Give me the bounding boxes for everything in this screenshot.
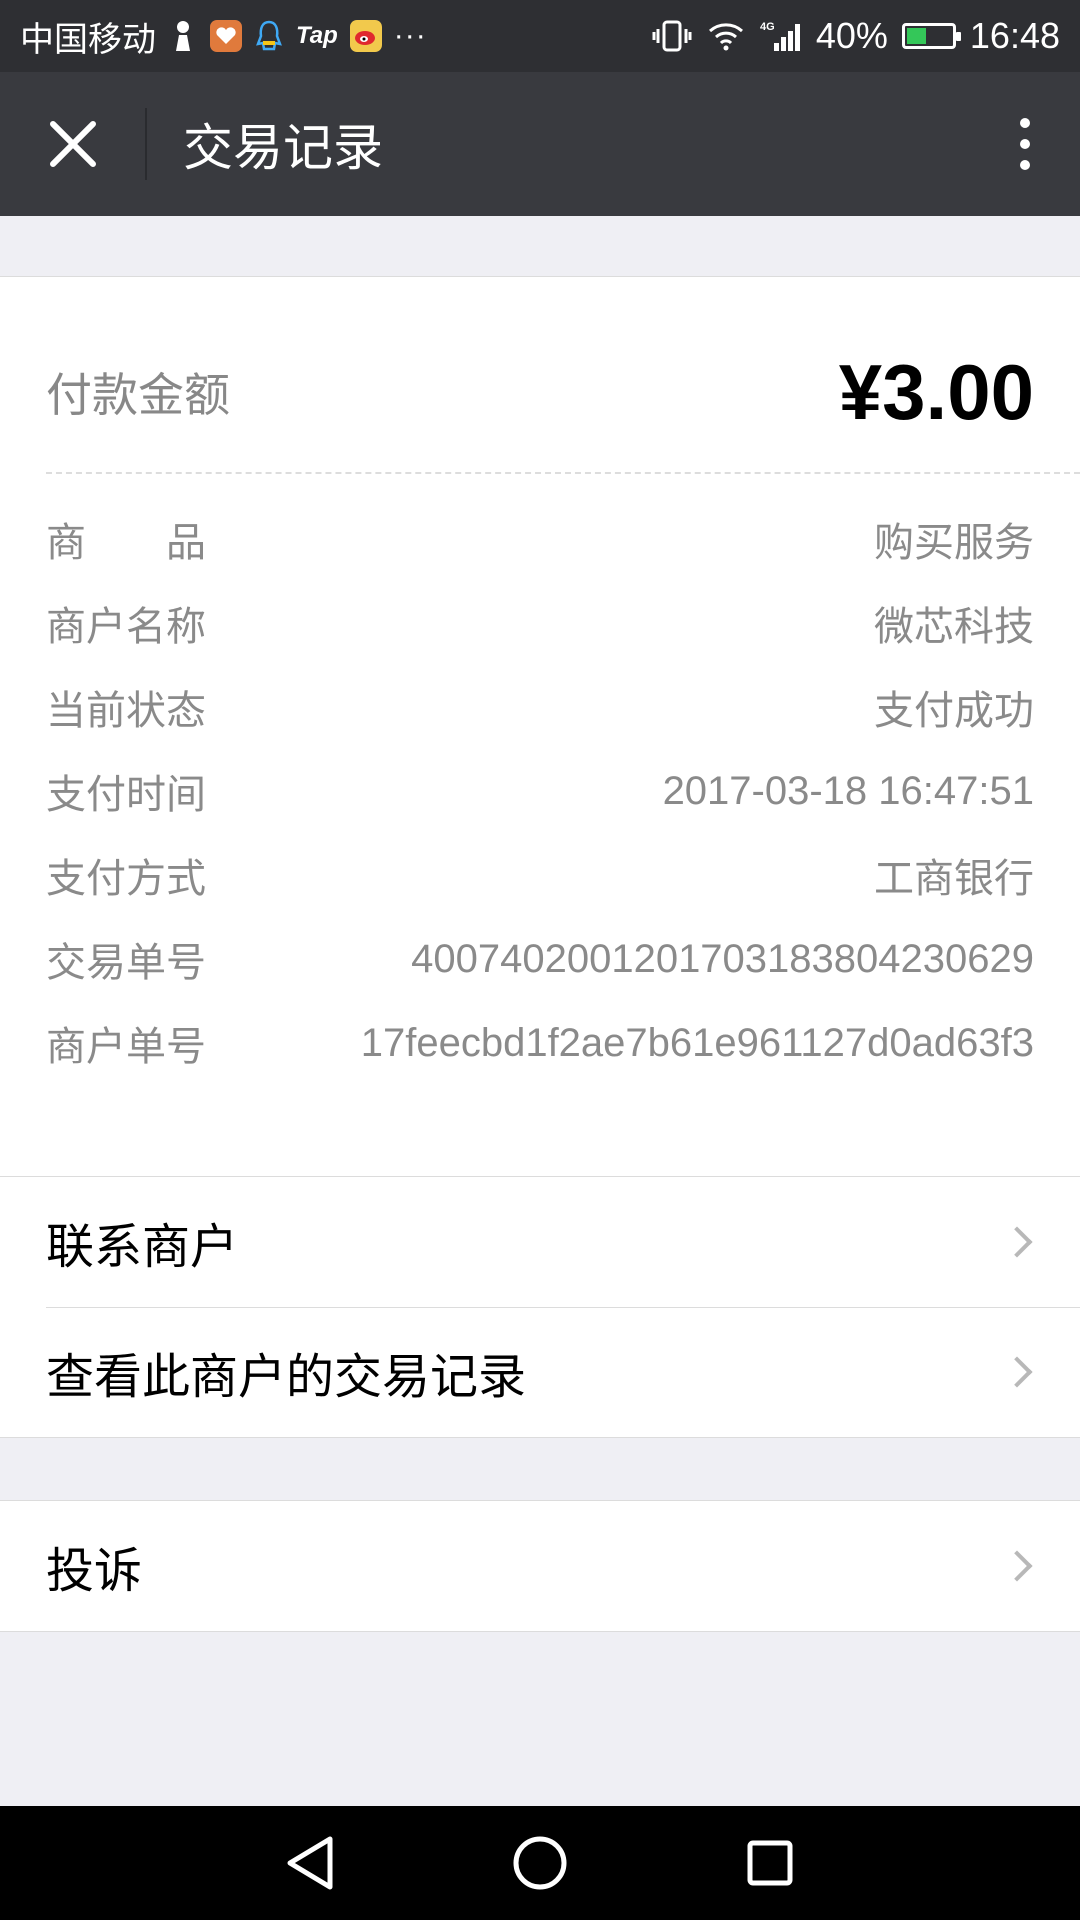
detail-list: 商 品 购买服务 商户名称 微芯科技 当前状态 支付成功 支付时间 2017-0… xyxy=(46,497,1034,1085)
app-bar: 交易记录 xyxy=(0,72,1080,216)
detail-row-method: 支付方式 工商银行 xyxy=(46,833,1034,917)
more-notifications-icon: ··· xyxy=(393,19,427,52)
amount-label: 付款金额 xyxy=(46,368,230,422)
detail-label: 商户单号 xyxy=(46,1024,206,1070)
complaint-list: 投诉 xyxy=(0,1500,1080,1632)
menu-dot-icon xyxy=(1020,160,1030,170)
complaint-item[interactable]: 投诉 xyxy=(0,1501,1080,1631)
detail-label: 当前状态 xyxy=(46,688,206,734)
list-item-label: 投诉 xyxy=(46,1543,143,1599)
detail-value: 微芯科技 xyxy=(874,605,1034,649)
merchant-records-item[interactable]: 查看此商户的交易记录 xyxy=(0,1307,1080,1437)
page-title: 交易记录 xyxy=(183,119,383,177)
detail-row-transaction-id: 交易单号 4007402001201703183804230629 xyxy=(46,917,1034,1001)
weibo-icon xyxy=(349,20,382,52)
network-type-label: 4G xyxy=(760,21,775,33)
home-button[interactable] xyxy=(505,1828,575,1898)
detail-row-merchant-order-id: 商户单号 17feecbd1f2ae7b61e961127d0ad63f3 xyxy=(46,1001,1034,1085)
navigation-bar xyxy=(0,1806,1080,1920)
back-button[interactable] xyxy=(275,1828,345,1898)
detail-value: 2017-03-18 16:47:51 xyxy=(662,768,1034,813)
detail-value: 4007402001201703183804230629 xyxy=(411,936,1034,981)
close-button[interactable] xyxy=(0,72,145,216)
home-circle-icon xyxy=(513,1836,567,1890)
battery-icon xyxy=(901,23,961,49)
battery-level xyxy=(906,28,927,44)
chevron-right-icon xyxy=(1001,1550,1033,1582)
detail-label: 商 品 xyxy=(46,520,206,566)
list-item-label: 查看此商户的交易记录 xyxy=(46,1349,527,1405)
status-bar: 中国移动 Tap ··· 4G 40% 16:48 xyxy=(0,0,1080,72)
detail-value: 支付成功 xyxy=(874,689,1034,733)
detail-row-product: 商 品 购买服务 xyxy=(46,497,1034,581)
more-menu-button[interactable] xyxy=(970,72,1080,216)
detail-row-status: 当前状态 支付成功 xyxy=(46,665,1034,749)
transaction-detail-card: 付款金额 ¥3.00 商 品 购买服务 商户名称 微芯科技 当前状态 支付成功 … xyxy=(0,276,1080,1178)
detail-value: 17feecbd1f2ae7b61e961127d0ad63f3 xyxy=(360,1020,1034,1065)
chevron-right-icon xyxy=(1001,1226,1033,1258)
amount-row: 付款金额 ¥3.00 xyxy=(46,317,1034,467)
back-triangle-icon xyxy=(287,1836,333,1890)
detail-label: 支付方式 xyxy=(46,856,206,902)
amount-value: ¥3.00 xyxy=(838,347,1034,436)
vibrate-icon xyxy=(652,19,692,53)
detail-value: 工商银行 xyxy=(874,857,1034,901)
detail-label: 支付时间 xyxy=(46,772,206,818)
recents-square-icon xyxy=(747,1840,793,1886)
detail-label: 交易单号 xyxy=(46,940,206,986)
detail-row-time: 支付时间 2017-03-18 16:47:51 xyxy=(46,749,1034,833)
carrier-name: 中国移动 xyxy=(20,20,156,59)
chevron-right-icon xyxy=(1001,1356,1033,1388)
battery-percent: 40% xyxy=(815,15,888,56)
fitness-app-icon xyxy=(210,20,242,52)
title-divider xyxy=(145,108,147,180)
list-item-label: 联系商户 xyxy=(46,1219,239,1275)
close-icon xyxy=(49,121,96,167)
signal-icon: 4G xyxy=(760,19,802,53)
clock: 16:48 xyxy=(969,15,1060,56)
tap-icon: Tap xyxy=(296,22,338,49)
detail-value: 购买服务 xyxy=(874,521,1034,565)
qq-icon xyxy=(254,19,284,53)
dashed-divider xyxy=(46,472,1080,474)
detail-label: 商户名称 xyxy=(46,604,206,650)
detail-row-merchant: 商户名称 微芯科技 xyxy=(46,581,1034,665)
merchant-actions-list: 联系商户 查看此商户的交易记录 xyxy=(0,1176,1080,1438)
pawn-icon xyxy=(168,19,198,53)
menu-dot-icon xyxy=(1020,139,1030,149)
menu-dot-icon xyxy=(1020,118,1030,128)
wifi-icon xyxy=(706,20,746,52)
contact-merchant-item[interactable]: 联系商户 xyxy=(0,1177,1080,1307)
recents-button[interactable] xyxy=(735,1828,805,1898)
